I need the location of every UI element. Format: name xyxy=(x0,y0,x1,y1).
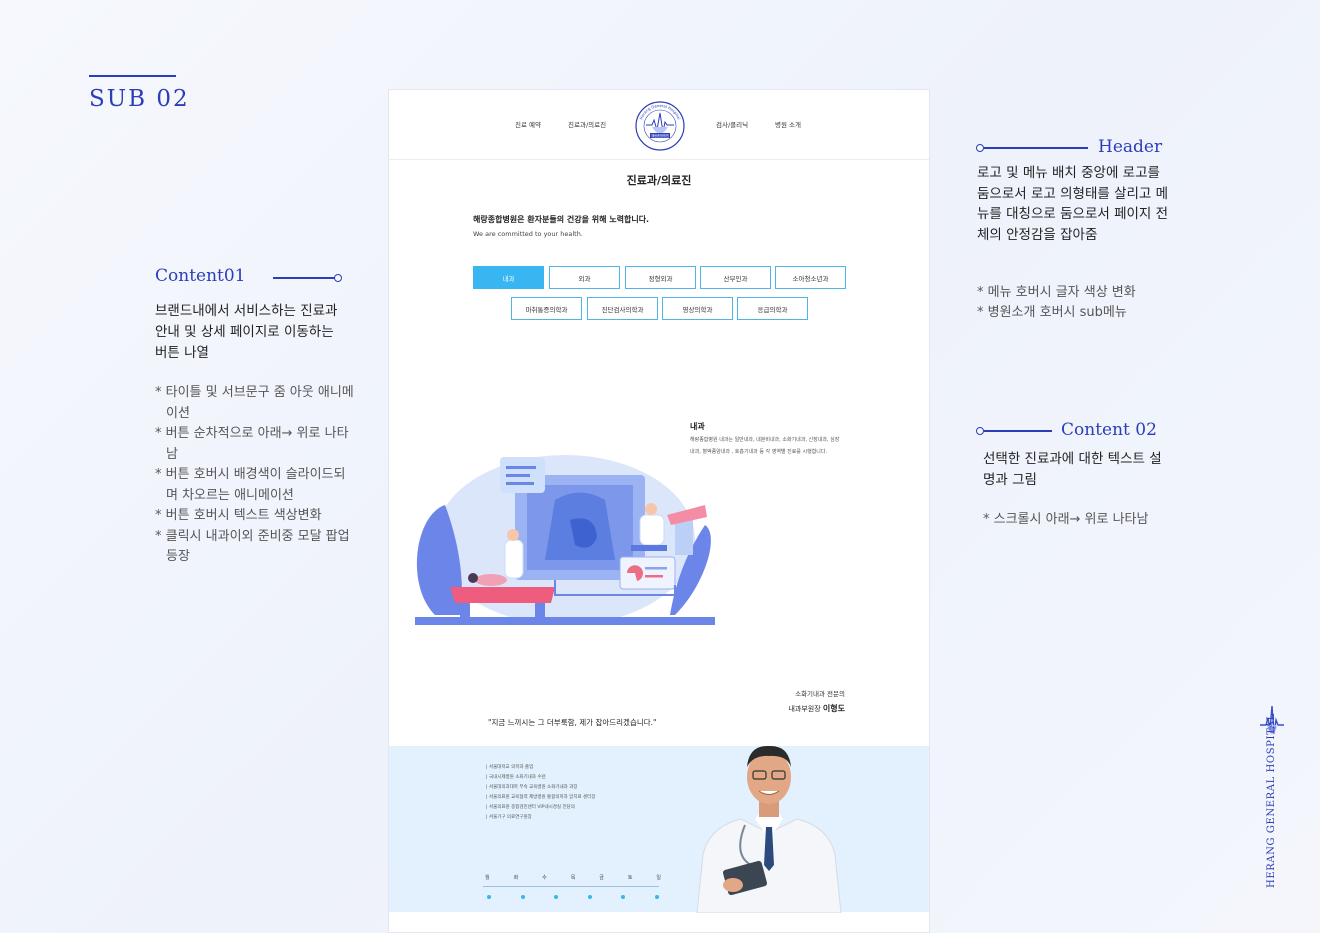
day-label: 화 xyxy=(513,875,519,881)
day-label: 금 xyxy=(599,875,604,881)
doctor-photo xyxy=(696,745,842,913)
header-notes: * 메뉴 호버시 글자 색상 변화 * 병원소개 호버시 sub메뉴 xyxy=(977,283,1187,323)
header-note-title: Header xyxy=(1098,137,1163,157)
doctor-name: 이형도 xyxy=(822,704,845,713)
content02-connector-dot xyxy=(976,427,984,435)
content01-connector-dot xyxy=(334,274,342,282)
day-label: 수 xyxy=(542,875,547,881)
content02-title: Content 02 xyxy=(1061,420,1157,440)
dept-button-pediatrics[interactable]: 소아청소년과 xyxy=(775,266,846,289)
header-connector-line xyxy=(984,147,1088,149)
doctor-position: 내과부원장 xyxy=(788,705,821,713)
doctor-career-list: | 서울대학교 의학과 졸업 | 국내시제병원 소화기내과 수련 | 서울대의과… xyxy=(486,763,595,823)
nav-item-reservation[interactable]: 진료 예약 xyxy=(515,119,541,129)
note-item: * 버튼 호버시 텍스트 색상변화 xyxy=(155,508,322,523)
dept-button-internal[interactable]: 내과 xyxy=(473,266,544,289)
note-item: * 병원소개 호버시 sub메뉴 xyxy=(977,305,1127,320)
schedule-dot xyxy=(554,895,559,899)
schedule-days: 월 화 수 목 금 토 일 xyxy=(485,874,661,881)
section-label: SUB 02 xyxy=(89,86,190,112)
nav-item-departments[interactable]: 진료과/의료진 xyxy=(568,119,606,129)
content01-description: 브랜드내에서 서비스하는 진료과 안내 및 상세 페이지로 이동하는 버튼 나열 xyxy=(155,303,338,361)
nav-item-clinic[interactable]: 검사/클리닉 xyxy=(716,119,748,129)
dept-button-emergency[interactable]: 응급의학과 xyxy=(737,297,808,320)
day-label: 목 xyxy=(570,875,576,881)
schedule-dot xyxy=(654,895,659,899)
schedule-divider xyxy=(483,886,659,887)
doctor-role: 소화기내과 전문의 xyxy=(795,690,845,698)
content02-description: 선택한 진료과에 대한 텍스트 설명과 그림 xyxy=(983,451,1162,488)
dept-button-anesthesiology[interactable]: 마취통증의학과 xyxy=(511,297,582,320)
day-label: 토 xyxy=(627,875,633,881)
content02-connector-line xyxy=(984,430,1052,432)
note-item: * 타이틀 및 서브문구 줌 아웃 애니메이션 xyxy=(155,385,354,421)
nav-item-about[interactable]: 병원 소개 xyxy=(775,119,801,129)
note-item: * 메뉴 호버시 글자 색상 변화 xyxy=(977,285,1136,300)
content01-connector-line xyxy=(273,277,337,279)
career-item: | 서울대의과대학 부속 교육병원 소화기내과 과장 xyxy=(486,785,578,790)
career-item: | 서울의료원 종합검진센터 VIP내시경실 전담의 xyxy=(486,805,575,810)
logo-center-text: 해랑종합병원 xyxy=(651,133,669,138)
content02-notes: * 스크롤시 아래→ 위로 나타남 xyxy=(983,510,1168,530)
department-info-title: 내과 xyxy=(690,422,705,431)
schedule-dot xyxy=(587,895,592,899)
header-connector-dot xyxy=(976,144,984,152)
schedule-dots xyxy=(485,895,661,899)
career-item: | 서울의료원 교육협력 제방병원 통합의학과 암치료 센터장 xyxy=(486,795,596,800)
intro-text: 해랑종합병원은 환자분들의 건강을 위해 노력합니다. xyxy=(473,215,650,224)
dept-button-surgery[interactable]: 외과 xyxy=(549,266,620,289)
career-item: | 서울대학교 의학과 졸업 xyxy=(486,765,534,770)
dept-button-radiology[interactable]: 영상의학과 xyxy=(662,297,733,320)
doctor-name-line: 내과부원장 이형도 xyxy=(788,703,845,714)
doctor-quote: "지금 느끼시는 그 더부룩함, 제가 잡아드리겠습니다." xyxy=(488,718,657,727)
site-header: 진료 예약 진료과/의료진 해랑종합병원 Herang General Hosp… xyxy=(389,90,929,160)
brand-vertical-text: HERANG GENERAL HOSPITAL xyxy=(1266,713,1277,888)
day-label: 월 xyxy=(485,875,490,881)
page-mockup: 진료 예약 진료과/의료진 해랑종합병원 Herang General Hosp… xyxy=(388,89,930,933)
content01-title: Content01 xyxy=(155,266,246,286)
day-label: 일 xyxy=(656,875,661,881)
career-item: | 서울기구 의료연구원장 xyxy=(486,815,532,820)
section-rule xyxy=(89,75,176,77)
intro-text-en: We are committed to your health. xyxy=(473,230,583,238)
schedule-dot xyxy=(487,895,491,899)
ultrasound-illustration xyxy=(415,455,715,625)
schedule-dot xyxy=(520,895,525,899)
page-title: 진료과/의료진 xyxy=(626,174,692,187)
note-item: * 스크롤시 아래→ 위로 나타남 xyxy=(983,512,1149,527)
note-item: * 클릭시 내과이외 준비중 모달 팝업 등장 xyxy=(155,528,350,565)
note-item: * 버튼 순차적으로 아래→ 위로 나타남 xyxy=(155,426,349,462)
career-item: | 국내시제병원 소화기내과 수련 xyxy=(486,775,546,780)
hospital-logo-icon[interactable]: 해랑종합병원 Herang General Hospital xyxy=(634,100,686,152)
dept-button-lab-medicine[interactable]: 진단검사의학과 xyxy=(587,297,658,320)
dept-button-obgyn[interactable]: 산부인과 xyxy=(700,266,771,289)
dept-button-orthopedics[interactable]: 정형외과 xyxy=(625,266,696,289)
header-note-description: 로고 및 메뉴 배치 중앙에 로고를 둠으로서 로고 의형태를 살리고 메뉴를 … xyxy=(977,165,1169,243)
schedule-dot xyxy=(621,895,626,899)
note-item: * 버튼 호버시 배경색이 슬라이드되며 차오르는 애니메이션 xyxy=(155,467,346,503)
content01-notes: * 타이틀 및 서브문구 줌 아웃 애니메이션 * 버튼 순차적으로 아래→ 위… xyxy=(155,383,355,568)
